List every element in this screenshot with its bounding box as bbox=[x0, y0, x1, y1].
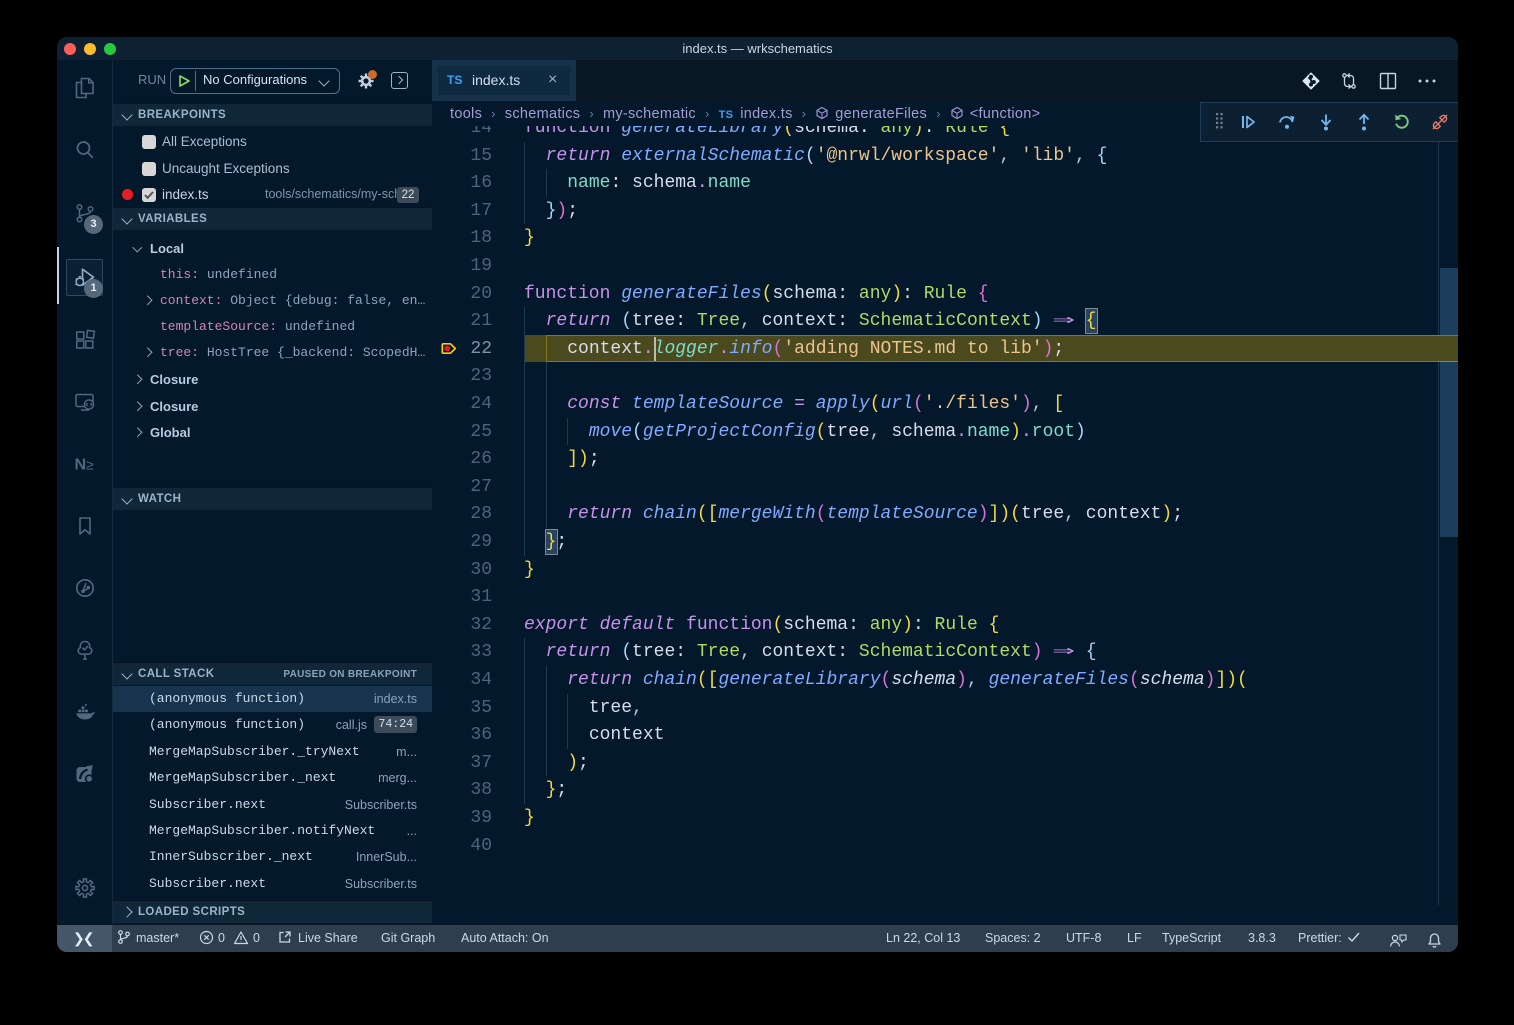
svg-text:≥: ≥ bbox=[86, 457, 94, 473]
svg-text:N: N bbox=[75, 457, 87, 474]
